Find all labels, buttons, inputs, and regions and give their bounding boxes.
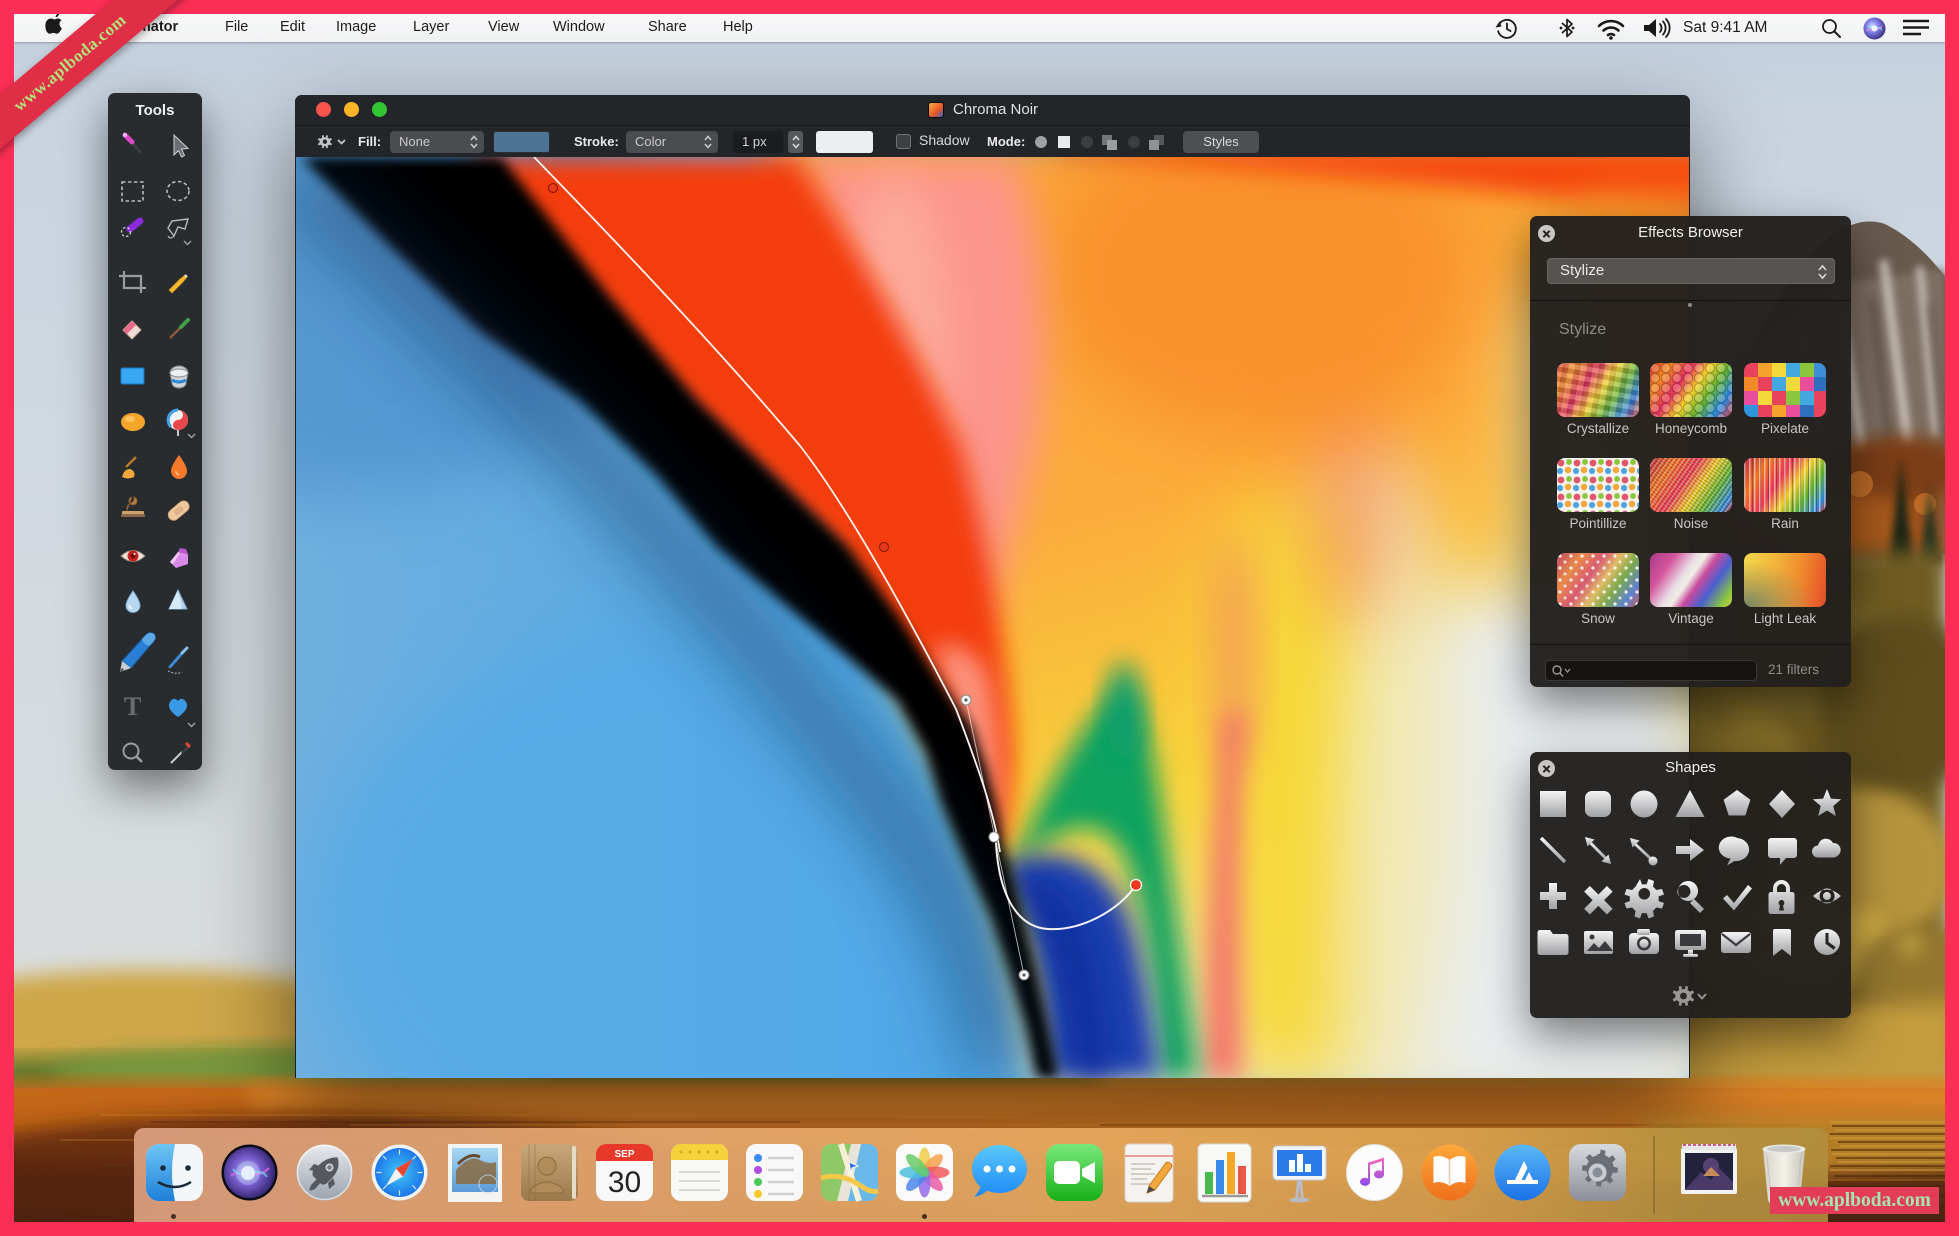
svg-text:30: 30 bbox=[608, 1166, 641, 1199]
svg-text:SEP: SEP bbox=[614, 1149, 634, 1160]
svg-text:T: T bbox=[124, 692, 141, 721]
